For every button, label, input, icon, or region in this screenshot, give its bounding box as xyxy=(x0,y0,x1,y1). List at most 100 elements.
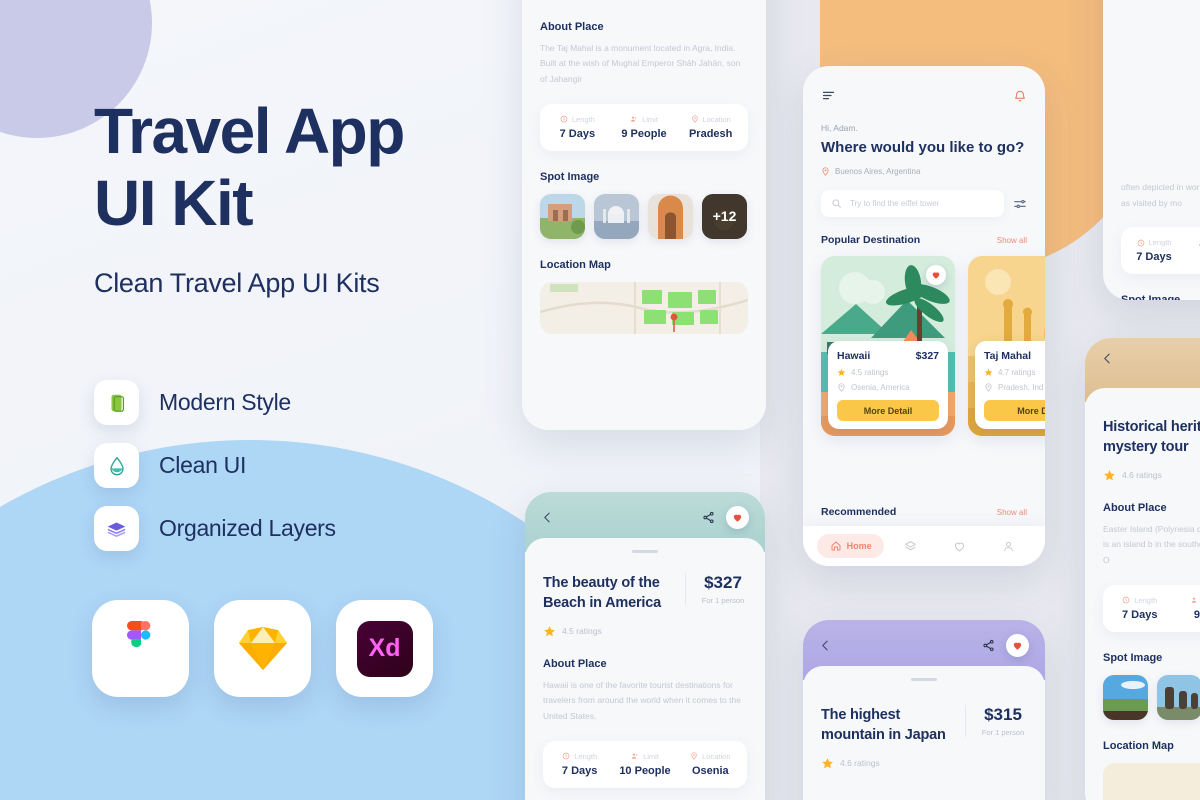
info-chip-limit: Limit 9 People xyxy=(611,115,678,140)
price-caption: For 1 person xyxy=(701,596,745,605)
about-body: The Taj Mahal is a monument located in A… xyxy=(540,42,741,85)
back-icon[interactable] xyxy=(819,639,832,652)
search-placeholder: Try to find the eiffel tower xyxy=(850,199,940,209)
search-icon xyxy=(832,199,841,209)
recommended-show-all-link[interactable]: Show all xyxy=(997,508,1027,517)
detail-price: $315 xyxy=(984,705,1022,724)
spot-thumbnail[interactable] xyxy=(594,193,639,239)
price-block: $315 For 1 person xyxy=(965,705,1027,737)
about-heading: About Place xyxy=(1103,501,1167,514)
more-detail-button[interactable]: More De xyxy=(984,400,1045,422)
chip-value: Pradesh xyxy=(688,127,733,140)
about-heading: About Place xyxy=(540,20,604,33)
favorite-button[interactable] xyxy=(1006,634,1029,657)
page-title-line1: Travel App xyxy=(94,95,405,167)
share-icon[interactable] xyxy=(702,511,715,524)
nav-item-layers[interactable] xyxy=(888,540,933,553)
layers-icon xyxy=(905,540,917,550)
filter-icon[interactable] xyxy=(1013,197,1027,211)
feature-label: Clean UI xyxy=(159,452,247,478)
popular-show-all-link[interactable]: Show all xyxy=(997,236,1027,245)
nav-item-profile[interactable] xyxy=(986,540,1031,553)
card-rating: 4.7 ratings xyxy=(984,368,1045,377)
nav-label-home: Home xyxy=(846,541,872,551)
current-location[interactable]: Buenos Aires, Argentina xyxy=(821,167,1027,176)
feature-list: Modern Style Clean UI Organized Layers xyxy=(94,380,336,569)
tool-logo-list: Xd xyxy=(92,600,433,697)
search-input[interactable]: Try to find the eiffel tower xyxy=(821,190,1004,218)
chip-value: 7 Days xyxy=(559,127,596,140)
figma-logo xyxy=(92,600,189,697)
back-icon[interactable] xyxy=(1101,352,1114,365)
spot-thumbnail[interactable] xyxy=(1157,674,1200,720)
clock-icon xyxy=(560,115,568,123)
info-chip-length: Length 7 Days xyxy=(1107,596,1173,621)
popular-section-header: Popular Destination Show all xyxy=(821,234,1027,246)
info-chip-card: Length 7 Days Limit 9 People Location Pr… xyxy=(540,103,748,151)
nav-item-home[interactable]: Home xyxy=(817,534,885,558)
pin-icon xyxy=(691,115,698,124)
location-map[interactable] xyxy=(540,281,748,334)
chip-label: Length xyxy=(1148,238,1172,248)
info-chip-limit: Limit 10 People xyxy=(612,752,677,777)
spot-thumbnail[interactable] xyxy=(540,193,585,239)
chip-label: Location xyxy=(702,751,731,761)
chip-value: 9 Pe xyxy=(1183,251,1200,263)
destination-card-taj-mahal[interactable]: Taj Mahal 4.7 ratings Pradesh, Ind More … xyxy=(968,256,1045,437)
card-info: Taj Mahal 4.7 ratings Pradesh, Ind More … xyxy=(975,341,1045,430)
star-icon xyxy=(540,0,553,1)
info-chip-length: Length 7 Days xyxy=(1125,238,1183,263)
destination-card-hawaii[interactable]: Hawaii $327 4.5 ratings Osenia, America … xyxy=(821,256,955,437)
recommended-section-header: Recommended Show all xyxy=(803,499,1045,526)
phone-icon xyxy=(94,380,139,425)
price-block: $327 For 1 person xyxy=(685,573,747,605)
feature-item-modern-style: Modern Style xyxy=(94,380,336,425)
info-chip-card: Length 7 Days Limit 9 Pe xyxy=(1121,227,1200,275)
rating-row: 4.6 ratings xyxy=(1103,469,1200,482)
search-row: Try to find the eiffel tower xyxy=(821,190,1027,218)
spot-image-heading: Spot Image xyxy=(1103,651,1163,664)
clock-icon xyxy=(1122,596,1130,604)
spot-thumbnail-more[interactable]: +12 xyxy=(702,193,747,239)
detail-title: The beauty of the Beach in America xyxy=(543,575,661,612)
chip-value: 7 Days xyxy=(1136,251,1172,264)
card-rating: 4.5 ratings xyxy=(837,368,939,377)
location-map[interactable] xyxy=(1103,762,1200,800)
spot-thumbnail[interactable] xyxy=(648,193,693,239)
people-icon xyxy=(1192,597,1197,603)
info-chip-limit: Limit 9 Pe xyxy=(1183,238,1200,263)
more-images-count: +12 xyxy=(702,193,747,239)
xd-logo: Xd xyxy=(336,600,433,697)
location-map-heading: Location Map xyxy=(1103,739,1174,752)
bottom-navigation: Home xyxy=(803,526,1045,566)
people-icon xyxy=(632,753,638,759)
chip-label: Limit xyxy=(643,751,659,761)
screen-detail-partial-bottom: Historical herit mystery tour 4.6 rating… xyxy=(1085,338,1200,800)
back-icon[interactable] xyxy=(541,511,554,524)
spot-thumbnail[interactable] xyxy=(1103,674,1148,720)
card-name: Hawaii xyxy=(837,350,871,363)
detail-title: Historical herit mystery tour xyxy=(1103,419,1200,456)
page-title-line2: UI Kit xyxy=(94,167,254,240)
menu-icon[interactable] xyxy=(821,88,836,103)
about-body: Easter Island (Polynesia de Pascua) is a… xyxy=(1103,523,1200,566)
nav-item-favorites[interactable] xyxy=(937,540,982,553)
notification-bell-icon[interactable] xyxy=(1013,89,1027,103)
about-body: often depicted in works as well as visit… xyxy=(1121,182,1200,208)
detail-title: The highest mountain in Japan xyxy=(821,707,946,744)
hero-section: Travel App UI Kit Clean Travel App UI Ki… xyxy=(94,95,564,299)
chip-label: Length xyxy=(574,751,598,761)
feature-label: Organized Layers xyxy=(159,515,336,541)
favorite-button[interactable] xyxy=(726,506,749,529)
more-detail-button[interactable]: More Detail xyxy=(837,400,939,422)
screen-detail-beach: The beauty of the Beach in America $327 … xyxy=(525,492,765,800)
chip-value: 7 Days xyxy=(561,764,598,777)
share-icon[interactable] xyxy=(982,639,995,652)
clock-icon xyxy=(1137,239,1144,247)
rating-text: 4.5 ratings xyxy=(562,626,602,637)
greeting-text: Hi, Adam. xyxy=(821,123,858,133)
card-rating-text: 4.7 ratings xyxy=(998,368,1036,378)
card-location-text: Osenia, America xyxy=(851,383,910,393)
info-chip-card: Length 7 Days Limit 9 Pe xyxy=(1103,584,1200,632)
card-price: $327 xyxy=(915,350,939,363)
